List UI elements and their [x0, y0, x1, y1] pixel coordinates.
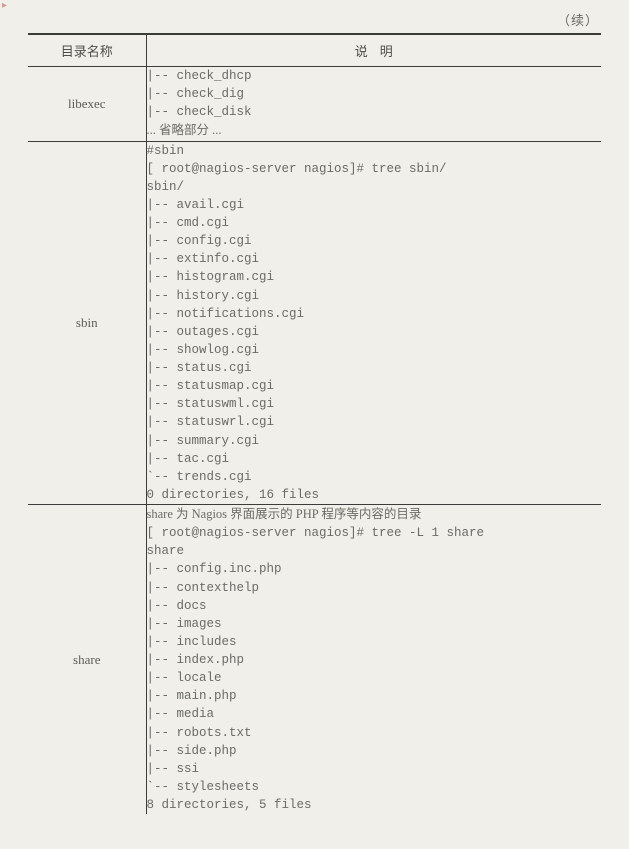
header-desc-b: 明: [380, 44, 393, 59]
table-row: share share 为 Nagios 界面展示的 PHP 程序等内容的目录 …: [28, 505, 601, 815]
code-block: #sbin [ root@nagios-server nagios]# tree…: [147, 142, 602, 505]
row-desc-share: share 为 Nagios 界面展示的 PHP 程序等内容的目录 [ root…: [146, 505, 601, 815]
directory-table: 目录名称 说明 libexec |-- check_dhcp |-- check…: [28, 33, 601, 814]
table-row: libexec |-- check_dhcp |-- check_dig |--…: [28, 67, 601, 142]
header-name: 目录名称: [28, 34, 146, 67]
row-name-share: share: [28, 505, 146, 815]
code-block: |-- check_dhcp |-- check_dig |-- check_d…: [147, 67, 602, 141]
header-desc: 说明: [146, 34, 601, 67]
table-row: sbin #sbin [ root@nagios-server nagios]#…: [28, 141, 601, 505]
corner-mark: ▸: [2, 0, 7, 11]
code-block: share 为 Nagios 界面展示的 PHP 程序等内容的目录 [ root…: [147, 505, 602, 814]
table-header-row: 目录名称 说明: [28, 34, 601, 67]
page-container: （续） 目录名称 说明 libexec |-- check_dhcp |-- c…: [0, 0, 629, 834]
header-desc-a: 说: [355, 44, 380, 59]
continued-label: （续）: [28, 10, 601, 29]
row-desc-sbin: #sbin [ root@nagios-server nagios]# tree…: [146, 141, 601, 505]
row-name-libexec: libexec: [28, 67, 146, 142]
row-desc-libexec: |-- check_dhcp |-- check_dig |-- check_d…: [146, 67, 601, 142]
row-name-sbin: sbin: [28, 141, 146, 505]
